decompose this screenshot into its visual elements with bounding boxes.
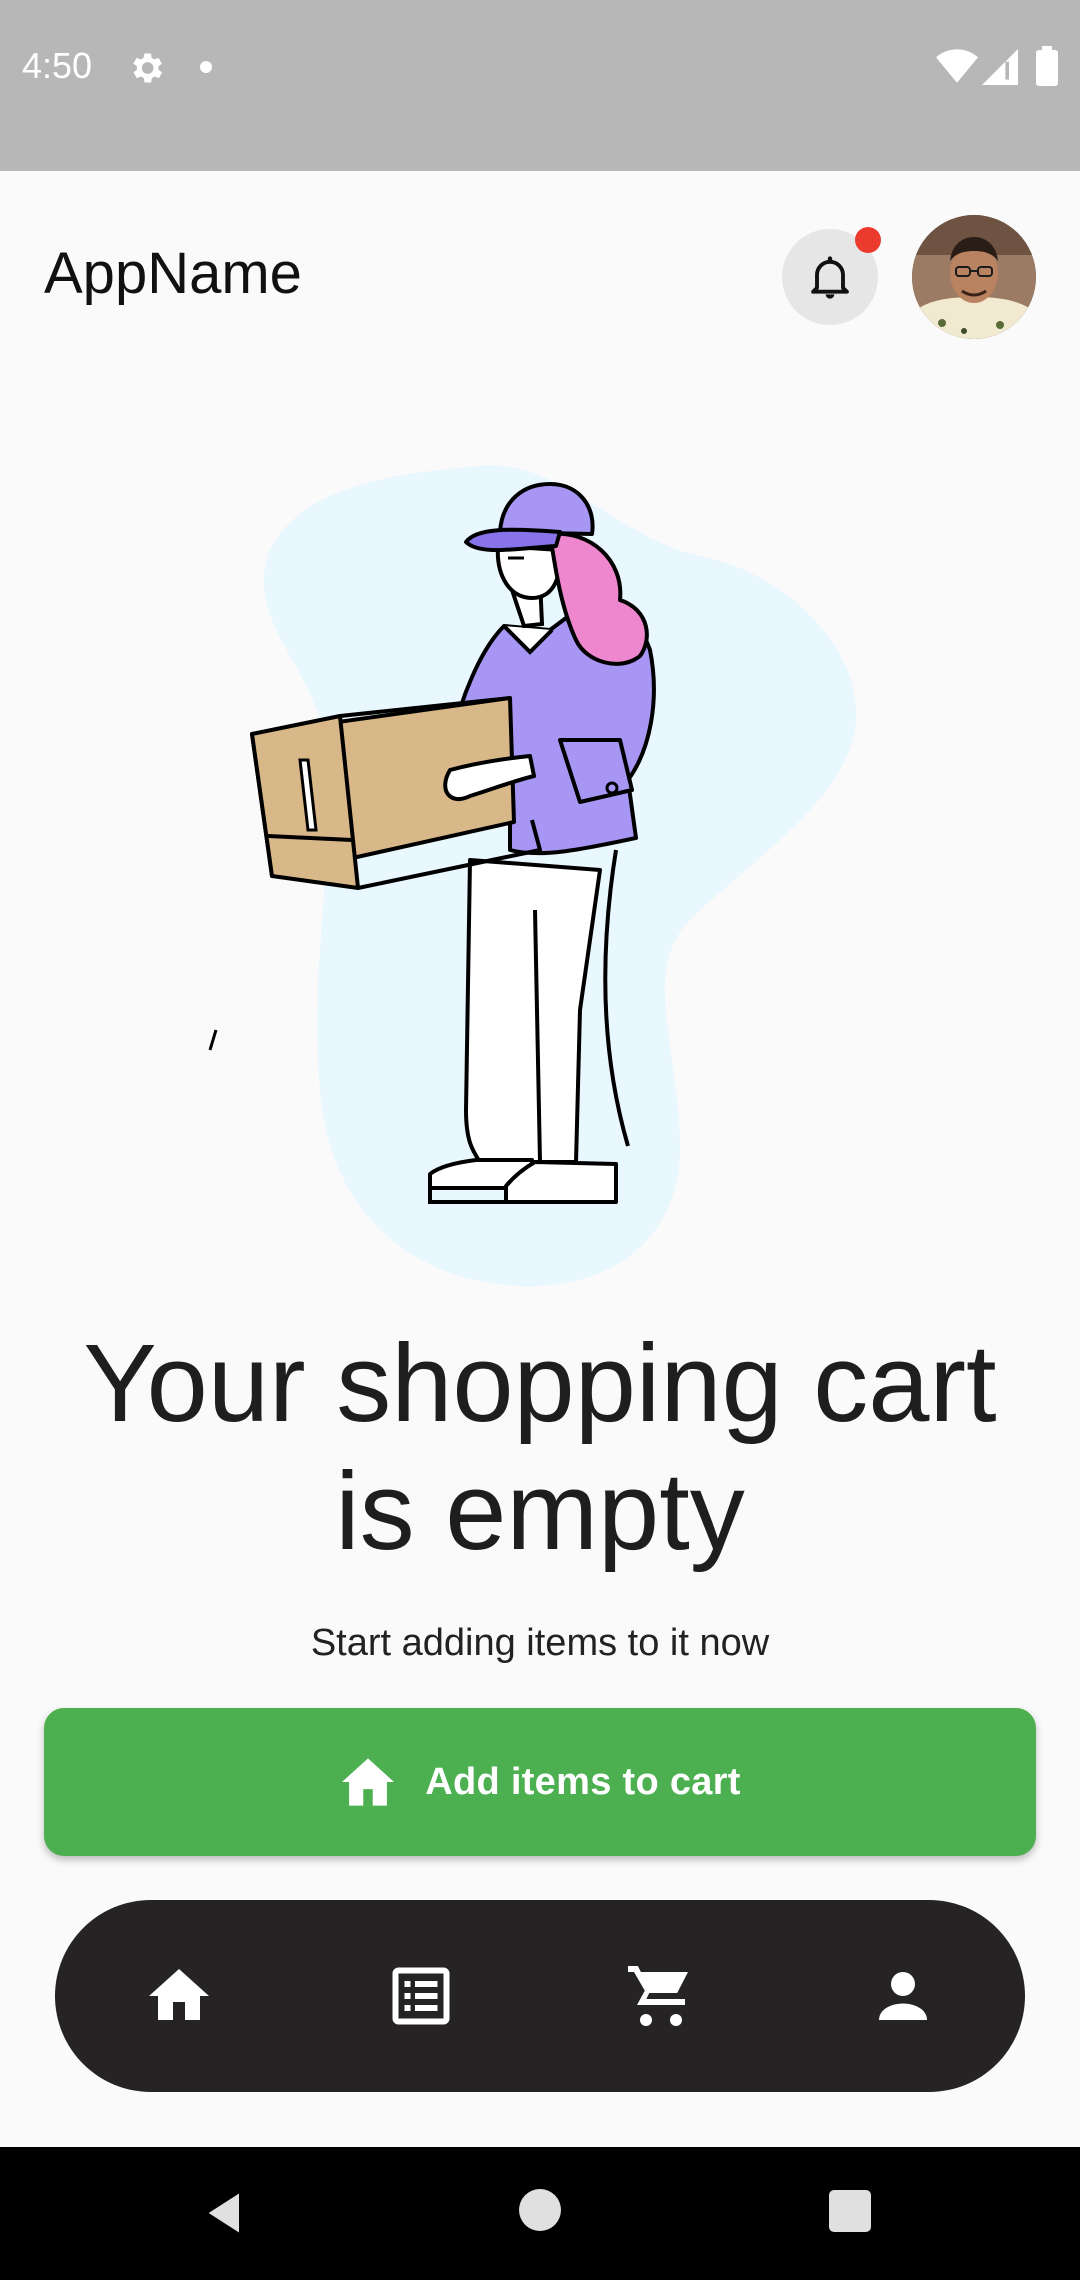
cart-icon: [628, 1966, 688, 2026]
home-icon: [149, 1969, 209, 2020]
empty-cart-illustration: [180, 450, 900, 1300]
list-icon: [392, 1967, 450, 2025]
notification-badge: [855, 227, 881, 253]
status-time: 4:50: [22, 45, 93, 86]
woman-holding-box-illustration: [208, 465, 857, 1287]
nav-home[interactable]: [143, 1960, 215, 2032]
nav-profile[interactable]: [867, 1960, 939, 2032]
battery-icon: [1036, 46, 1058, 86]
home-icon: [342, 1758, 395, 1806]
empty-cart-title: Your shopping cart is empty: [83, 1322, 997, 1573]
app-bar: AppName: [0, 171, 1080, 381]
gear-icon: [133, 53, 163, 83]
avatar[interactable]: [912, 215, 1036, 339]
app-title: AppName: [44, 241, 302, 306]
wifi-icon: [936, 49, 978, 83]
back-icon[interactable]: [200, 2187, 252, 2239]
nav-orders[interactable]: [385, 1960, 457, 2032]
recents-square-icon[interactable]: [829, 2190, 871, 2232]
cell-signal-icon: [982, 49, 1018, 85]
add-items-button[interactable]: Add items to cart: [44, 1708, 1036, 1856]
bottom-nav: [55, 1900, 1025, 2092]
system-nav-bar: [0, 2147, 1080, 2280]
nav-cart[interactable]: [625, 1960, 697, 2032]
notification-dot-icon: [200, 61, 212, 73]
status-bar: 4:50: [0, 0, 1080, 171]
bell-icon: [811, 256, 849, 299]
empty-cart-subtitle: Start adding items to it now: [310, 1622, 770, 1664]
home-circle-icon[interactable]: [519, 2189, 561, 2231]
person-icon: [879, 1972, 927, 2020]
add-items-button-label: Add items to cart: [425, 1760, 741, 1803]
user-avatar-image: [912, 215, 1036, 339]
